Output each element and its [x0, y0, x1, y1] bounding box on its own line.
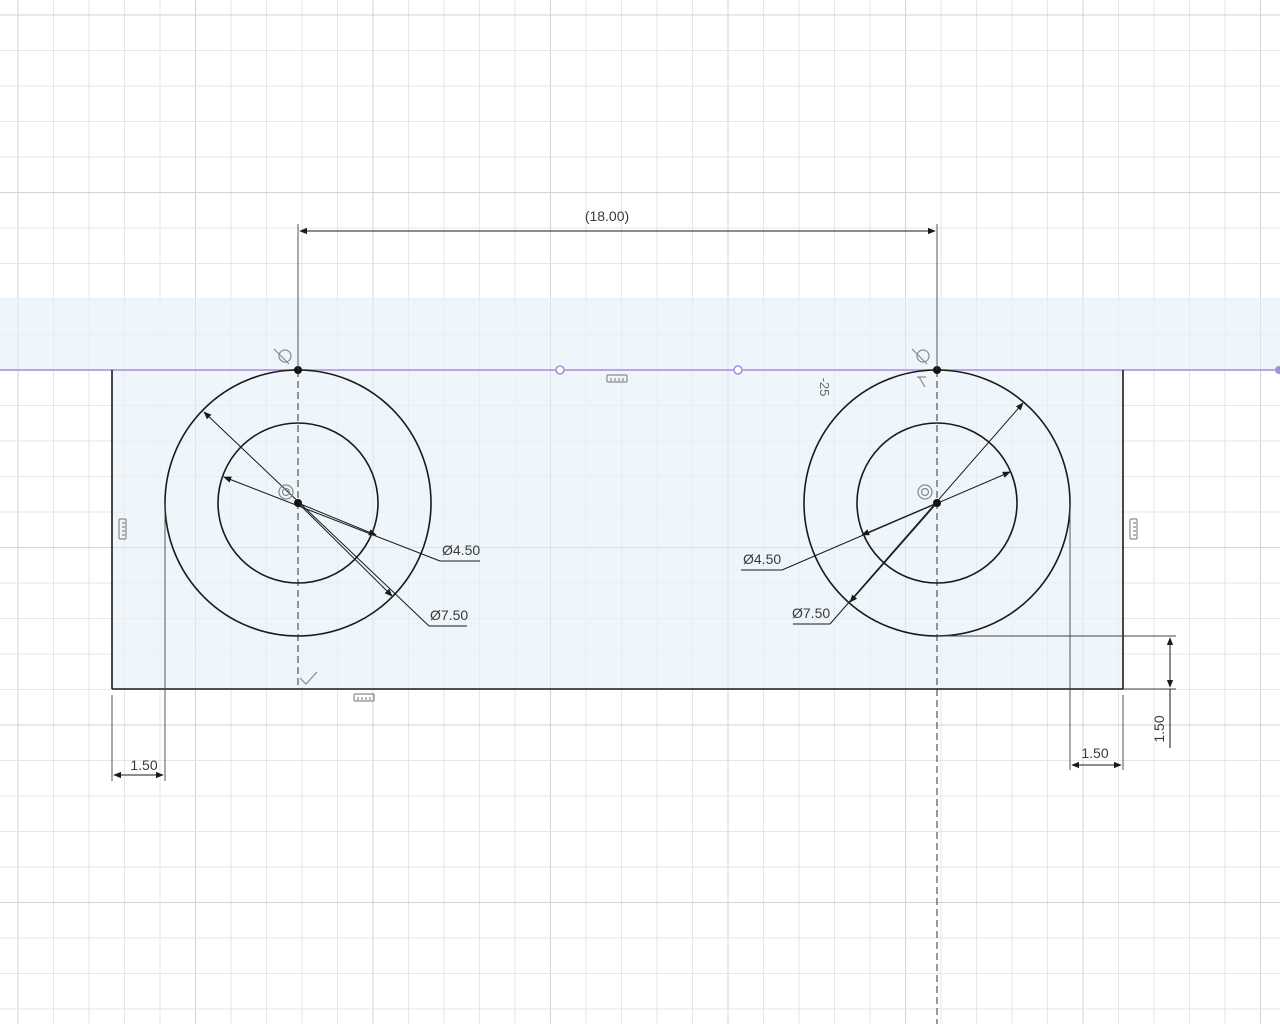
vertical-icon[interactable] — [1129, 518, 1138, 540]
left-inner-diameter-dimension[interactable]: Ø4.50 — [442, 542, 480, 558]
right-inner-diameter-dimension[interactable]: Ø4.50 — [743, 551, 781, 567]
axis-tick-label: -25 — [817, 378, 832, 397]
right-outer-diameter-dimension[interactable]: Ø7.50 — [792, 605, 830, 621]
left-outer-diameter-dimension[interactable]: Ø7.50 — [430, 607, 468, 623]
bottom-offset-dimension[interactable]: 1.50 — [1151, 715, 1167, 742]
horizontal-icon[interactable] — [353, 693, 375, 702]
right-offset-dimension[interactable]: 1.50 — [1081, 745, 1108, 761]
profile-region[interactable] — [112, 370, 1123, 689]
sketch-canvas[interactable]: (18.00) Ø4.50 Ø7.50 Ø4.50 Ø7.50 1.50 1.5… — [0, 0, 1280, 1024]
center-distance-dimension[interactable]: (18.00) — [585, 208, 629, 224]
sketch-grid-overlay — [0, 0, 1280, 1024]
midpoint-handle[interactable] — [733, 365, 743, 375]
midpoint-handle[interactable] — [555, 365, 565, 375]
left-offset-dimension[interactable]: 1.50 — [130, 757, 157, 773]
